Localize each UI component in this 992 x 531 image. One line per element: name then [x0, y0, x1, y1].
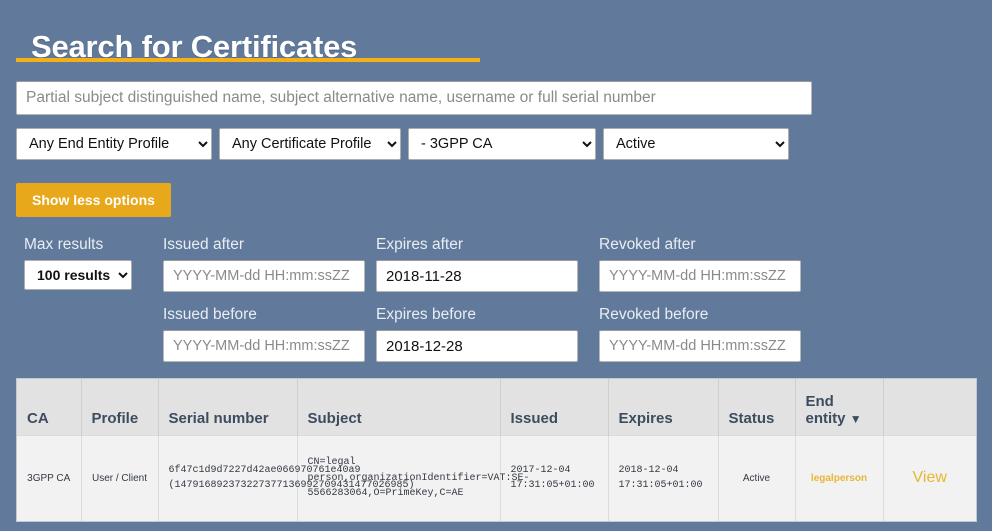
- sort-descending-icon: ▼: [850, 412, 862, 426]
- cell-status: Active: [718, 435, 795, 521]
- certificate-profile-select[interactable]: Any Certificate Profile: [219, 128, 401, 160]
- max-results-select[interactable]: 100 results: [24, 260, 132, 290]
- search-row: [16, 81, 812, 115]
- expires-before-label: Expires before: [376, 306, 476, 324]
- issued-before-input[interactable]: [163, 330, 365, 362]
- column-header-expires[interactable]: Expires: [608, 379, 718, 435]
- issued-after-label: Issued after: [163, 236, 244, 254]
- column-header-status[interactable]: Status: [718, 379, 795, 435]
- column-header-issued[interactable]: Issued: [500, 379, 608, 435]
- cell-expires: 2018-12-04 17:31:05+01:00: [608, 435, 718, 521]
- column-header-actions: [883, 379, 976, 435]
- column-header-ca[interactable]: CA: [17, 379, 81, 435]
- search-certificates-page: Search for Certificates Any End Entity P…: [0, 0, 992, 531]
- cell-profile: User / Client: [81, 435, 158, 521]
- table-row: 3GPP CA User / Client 6f47c1d9d7227d42ae…: [17, 435, 976, 521]
- cell-end-entity: legalperson: [795, 435, 883, 521]
- results-table-container: CA Profile Serial number Subject Issued …: [16, 378, 977, 522]
- revoked-after-label: Revoked after: [599, 236, 696, 254]
- table-header-row: CA Profile Serial number Subject Issued …: [17, 379, 976, 435]
- column-header-end-entity[interactable]: End entity ▼: [795, 379, 883, 435]
- show-options-button[interactable]: Show less options: [16, 183, 171, 217]
- column-header-subject[interactable]: Subject: [297, 379, 500, 435]
- ca-select[interactable]: - 3GPP CA: [408, 128, 596, 160]
- max-results-field: 100 results: [24, 260, 132, 290]
- cell-ca: 3GPP CA: [17, 435, 81, 521]
- revoked-after-field: [599, 260, 801, 292]
- status-select[interactable]: Active: [603, 128, 789, 160]
- expires-before-field: [376, 330, 578, 362]
- max-results-label: Max results: [24, 236, 103, 254]
- cell-subject: CN=legal person,organizationIdentifier=V…: [297, 435, 500, 521]
- revoked-before-field: [599, 330, 801, 362]
- search-input[interactable]: [16, 81, 812, 115]
- issued-after-input[interactable]: [163, 260, 365, 292]
- expires-after-label: Expires after: [376, 236, 463, 254]
- cell-issued: 2017-12-04 17:31:05+01:00: [500, 435, 608, 521]
- issued-before-field: [163, 330, 365, 362]
- title-divider: [16, 58, 480, 62]
- issued-before-label: Issued before: [163, 306, 257, 324]
- revoked-after-input[interactable]: [599, 260, 801, 292]
- revoked-before-label: Revoked before: [599, 306, 708, 324]
- column-header-end-entity-label: End entity: [806, 393, 846, 427]
- column-header-serial-number[interactable]: Serial number: [158, 379, 297, 435]
- issued-after-field: [163, 260, 365, 292]
- expires-before-input[interactable]: [376, 330, 578, 362]
- expires-after-input[interactable]: [376, 260, 578, 292]
- expires-after-field: [376, 260, 578, 292]
- end-entity-profile-select[interactable]: Any End Entity Profile: [16, 128, 212, 160]
- cell-actions: View: [883, 435, 976, 521]
- view-certificate-link[interactable]: View: [913, 469, 947, 486]
- revoked-before-input[interactable]: [599, 330, 801, 362]
- column-header-profile[interactable]: Profile: [81, 379, 158, 435]
- filter-select-row: Any End Entity Profile Any Certificate P…: [16, 128, 789, 160]
- end-entity-link[interactable]: legalperson: [811, 473, 867, 484]
- results-table: CA Profile Serial number Subject Issued …: [17, 379, 976, 521]
- cell-serial-number: 6f47c1d9d7227d42ae066970761e40a9 (147916…: [158, 435, 297, 521]
